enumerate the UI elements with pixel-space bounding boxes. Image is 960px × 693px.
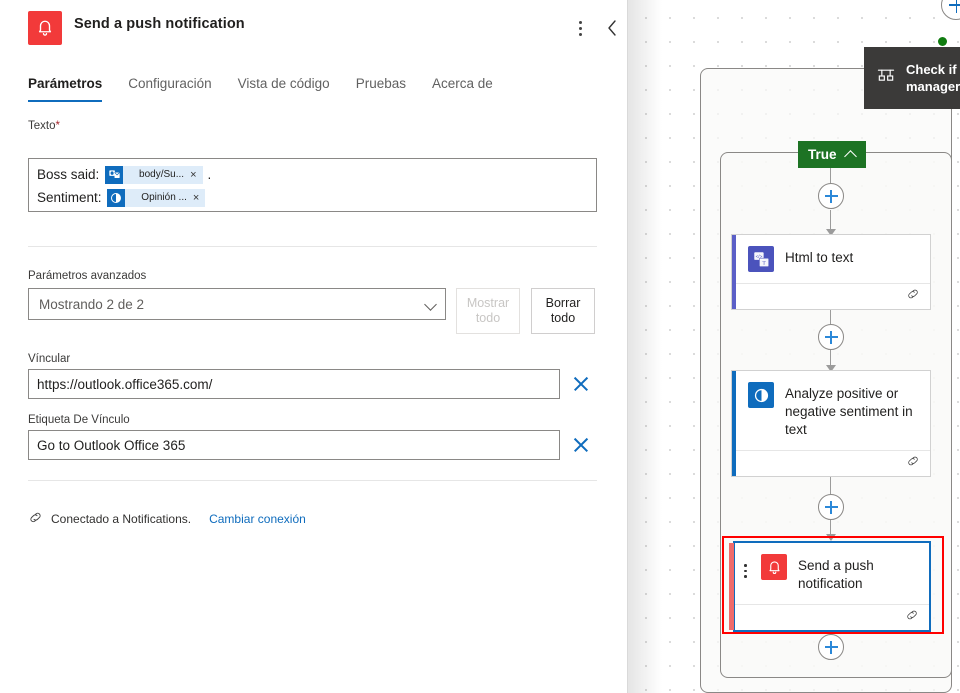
condition-node[interactable]: Check if i manager: [864, 47, 960, 109]
required-marker: *: [55, 120, 60, 132]
panel-tabs: Parámetros Configuración Vista de código…: [28, 76, 493, 102]
node-title: Analyze positive or negative sentiment i…: [785, 386, 913, 437]
add-step-icon[interactable]: [818, 494, 844, 520]
change-connection-link[interactable]: Cambiar conexión: [209, 512, 306, 526]
add-step-icon[interactable]: [818, 324, 844, 350]
add-step-icon[interactable]: [818, 634, 844, 660]
token-body-subject[interactable]: body/Su... ×: [105, 165, 203, 184]
link-label-field-label: Etiqueta De Vínculo: [28, 414, 130, 426]
link-field-label: Víncular: [28, 353, 71, 365]
divider: [28, 246, 597, 247]
show-all-button[interactable]: Mostrar todo: [456, 288, 520, 334]
page-title: Send a push notification: [74, 16, 245, 32]
texto-line-1-prefix: Boss said:: [37, 167, 104, 182]
sentiment-icon: [107, 188, 126, 207]
condition-title-line2: manager: [906, 79, 960, 94]
tab-parametros[interactable]: Parámetros: [28, 76, 103, 102]
flow-node-html-to-text[interactable]: </> T Html to text: [731, 234, 931, 310]
texto-line-1: Boss said: body/Su... × .: [37, 163, 588, 186]
texto-field-label: Texto*: [28, 120, 627, 132]
token-remove-icon[interactable]: ×: [193, 192, 205, 204]
link-chain-icon: [905, 608, 919, 627]
outlook-icon: [105, 165, 124, 184]
node-title: Html to text: [785, 250, 854, 265]
more-vertical-icon[interactable]: [566, 14, 594, 42]
texto-label-text: Texto: [28, 120, 56, 132]
link-label-clear-icon[interactable]: [570, 434, 592, 456]
link-label-input-value: Go to Outlook Office 365: [37, 437, 186, 453]
link-chain-icon: [28, 510, 43, 528]
action-details-panel: Send a push notification Parámetros Conf…: [0, 0, 628, 693]
add-step-icon[interactable]: [818, 183, 844, 209]
clear-all-button[interactable]: Borrar todo: [531, 288, 595, 334]
connection-status-text: Conectado a Notifications.: [51, 512, 192, 526]
texto-line-2: Sentiment: Opinión ... ×: [37, 186, 588, 209]
node-footer: [732, 450, 930, 476]
node-title: Send a push notification: [798, 558, 874, 591]
tab-configuracion[interactable]: Configuración: [128, 76, 211, 102]
tab-vista-de-codigo[interactable]: Vista de código: [238, 76, 330, 102]
link-clear-icon[interactable]: [570, 373, 592, 395]
parameters-form: Texto* Boss said: body/Su... × . Sentime…: [0, 120, 627, 526]
sentiment-icon: [748, 382, 774, 408]
green-status-dot: [938, 37, 947, 46]
node-accent-bar: [732, 371, 736, 476]
texto-line-2-prefix: Sentiment:: [37, 190, 106, 205]
advanced-parameters-section: Parámetros avanzados Mostrando 2 de 2 Mo…: [0, 270, 627, 334]
token-body-subject-label: body/Su...: [139, 169, 185, 180]
flow-node-analyze-sentiment[interactable]: Analyze positive or negative sentiment i…: [731, 370, 931, 477]
chevron-up-icon: [843, 149, 857, 163]
link-label-input[interactable]: Go to Outlook Office 365: [28, 430, 560, 460]
flow-node-send-push-notification[interactable]: Send a push notification: [729, 541, 931, 632]
texto-line-1-suffix: .: [207, 167, 212, 182]
divider: [28, 480, 597, 481]
html-to-text-icon: </> T: [748, 246, 774, 272]
condition-node-title: Check if i manager: [906, 61, 960, 95]
node-accent-bar: [729, 543, 734, 630]
branch-badge-true[interactable]: True: [798, 141, 866, 168]
node-accent-bar: [732, 235, 736, 309]
chevron-left-icon[interactable]: [598, 14, 626, 42]
texto-input[interactable]: Boss said: body/Su... × . Sentiment: Opi…: [28, 158, 597, 212]
drag-handle-icon[interactable]: [744, 564, 747, 578]
connector-arrow: [826, 534, 836, 541]
canvas-edge-shadow: [628, 0, 662, 693]
condition-icon: [876, 66, 896, 91]
condition-title-line1: Check if i: [906, 62, 960, 77]
bell-icon: [761, 554, 787, 580]
advanced-parameters-value: Mostrando 2 de 2: [39, 296, 145, 312]
tab-pruebas[interactable]: Pruebas: [356, 76, 406, 102]
advanced-parameters-label: Parámetros avanzados: [28, 270, 147, 282]
tab-acerca-de[interactable]: Acerca de: [432, 76, 493, 102]
link-input-value: https://outlook.office365.com/: [37, 376, 213, 392]
node-footer: [735, 604, 929, 630]
node-footer: [732, 283, 930, 309]
chevron-down-icon: [424, 298, 437, 311]
bell-icon: [28, 11, 62, 45]
link-chain-icon: [906, 454, 920, 473]
token-remove-icon[interactable]: ×: [190, 169, 202, 181]
link-input[interactable]: https://outlook.office365.com/: [28, 369, 560, 399]
token-opinion[interactable]: Opinión ... ×: [107, 188, 206, 207]
branch-badge-label: True: [808, 147, 837, 162]
link-chain-icon: [906, 287, 920, 306]
connection-status: Conectado a Notifications. Cambiar conex…: [28, 510, 306, 528]
panel-header: Send a push notification: [0, 0, 627, 56]
token-opinion-label: Opinión ...: [141, 192, 187, 203]
advanced-parameters-select[interactable]: Mostrando 2 de 2: [28, 288, 446, 320]
